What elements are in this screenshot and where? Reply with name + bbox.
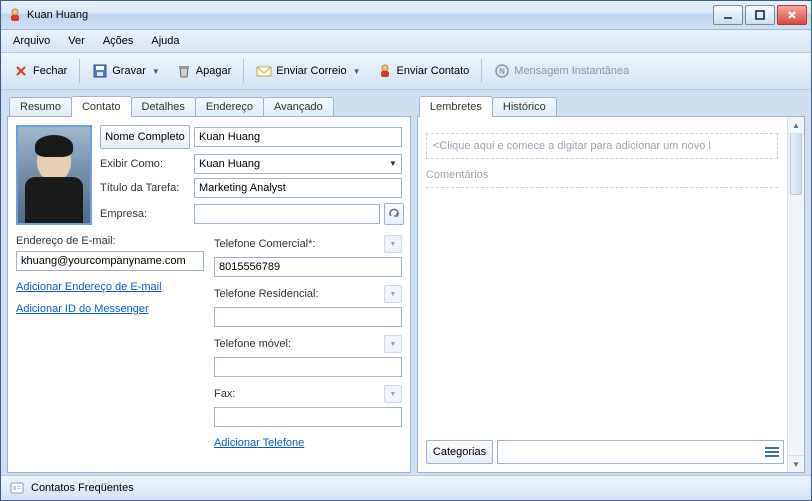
full-name-button[interactable]: Nome Completo bbox=[100, 125, 190, 149]
send-mail-tool[interactable]: Enviar Correio ▼ bbox=[250, 60, 366, 82]
save-tool-label: Gravar bbox=[112, 65, 146, 77]
home-phone-label: Telefone Residencial: bbox=[214, 288, 319, 300]
fax-label: Fax: bbox=[214, 388, 235, 400]
contact-form: Nome Completo Exibir Como: Kuan Huang ▼ … bbox=[7, 116, 411, 473]
email-field[interactable] bbox=[16, 251, 204, 271]
left-tabstrip: Resumo Contato Detalhes Endereço Avançad… bbox=[7, 94, 411, 116]
tab-detalhes[interactable]: Detalhes bbox=[131, 97, 196, 116]
delete-tool[interactable]: Apagar bbox=[170, 60, 237, 82]
status-text: Contatos Freqüentes bbox=[31, 482, 134, 494]
person-icon bbox=[377, 63, 393, 79]
right-panel: Lembretes Histórico <Clique aqui e comec… bbox=[417, 94, 805, 473]
chevron-down-icon: ▼ bbox=[152, 67, 160, 76]
maximize-button[interactable] bbox=[745, 5, 775, 25]
send-contact-label: Enviar Contato bbox=[397, 65, 470, 77]
close-button[interactable] bbox=[777, 5, 807, 25]
tab-lembretes[interactable]: Lembretes bbox=[419, 96, 493, 117]
im-icon: N bbox=[494, 63, 510, 79]
chevron-down-icon: ▼ bbox=[353, 67, 361, 76]
close-icon bbox=[13, 63, 29, 79]
tab-resumo[interactable]: Resumo bbox=[9, 97, 72, 116]
phone-column: Telefone Comercial*: ▼ Telefone Residenc… bbox=[214, 235, 402, 449]
work-phone-field[interactable] bbox=[214, 257, 402, 277]
redo-arrow-icon bbox=[388, 208, 400, 220]
contact-photo[interactable] bbox=[16, 125, 92, 225]
envelope-icon bbox=[256, 63, 272, 79]
tab-historico[interactable]: Histórico bbox=[492, 97, 557, 116]
trash-icon bbox=[176, 63, 192, 79]
send-contact-tool[interactable]: Enviar Contato bbox=[371, 60, 476, 82]
mobile-phone-label: Telefone móvel: bbox=[214, 338, 291, 350]
scrollbar[interactable]: ▲ ▼ bbox=[787, 117, 804, 472]
fax-field[interactable] bbox=[214, 407, 402, 427]
company-field[interactable] bbox=[194, 204, 380, 224]
reminder-area: <Clique aqui e comece a digitar para adi… bbox=[426, 125, 784, 436]
close-tool[interactable]: Fechar bbox=[7, 60, 73, 82]
body: Resumo Contato Detalhes Endereço Avançad… bbox=[1, 90, 811, 475]
close-tool-label: Fechar bbox=[33, 65, 67, 77]
contact-window: Kuan Huang Arquivo Ver Ações Ajuda Fecha… bbox=[0, 0, 812, 501]
divider bbox=[426, 187, 778, 188]
left-panel: Resumo Contato Detalhes Endereço Avançad… bbox=[7, 94, 411, 473]
scroll-thumb[interactable] bbox=[790, 133, 802, 195]
scroll-up-icon[interactable]: ▲ bbox=[788, 117, 804, 134]
menu-ajuda[interactable]: Ajuda bbox=[143, 33, 187, 49]
home-phone-field[interactable] bbox=[214, 307, 402, 327]
menu-ver[interactable]: Ver bbox=[60, 33, 93, 49]
job-title-label: Título da Tarefa: bbox=[100, 182, 190, 194]
titlebar: Kuan Huang bbox=[1, 1, 811, 30]
add-phone-link[interactable]: Adicionar Telefone bbox=[214, 437, 402, 449]
svg-text:N: N bbox=[499, 67, 505, 76]
home-phone-type-dropdown[interactable]: ▼ bbox=[384, 285, 402, 303]
contact-app-icon bbox=[7, 7, 23, 23]
email-label: Endereço de E-mail: bbox=[16, 235, 204, 247]
tab-endereco[interactable]: Endereço bbox=[195, 97, 264, 116]
im-tool-label: Mensagem Instantânea bbox=[514, 65, 629, 77]
toolbar: Fechar Gravar ▼ Apagar Enviar Correio ▼ … bbox=[1, 53, 811, 90]
fax-type-dropdown[interactable]: ▼ bbox=[384, 385, 402, 403]
display-as-label: Exibir Como: bbox=[100, 158, 190, 170]
add-email-link[interactable]: Adicionar Endereço de E-mail bbox=[16, 281, 204, 293]
full-name-field[interactable] bbox=[194, 127, 402, 147]
company-label: Empresa: bbox=[100, 208, 190, 220]
save-tool[interactable]: Gravar ▼ bbox=[86, 60, 166, 82]
categories-field[interactable] bbox=[497, 440, 784, 464]
statusbar: Contatos Freqüentes bbox=[1, 475, 811, 500]
categories-button[interactable]: Categorias bbox=[426, 440, 493, 464]
new-reminder-input[interactable]: <Clique aqui e comece a digitar para adi… bbox=[426, 133, 778, 159]
menu-acoes[interactable]: Ações bbox=[95, 33, 142, 49]
separator bbox=[481, 59, 482, 83]
mobile-phone-type-dropdown[interactable]: ▼ bbox=[384, 335, 402, 353]
separator bbox=[79, 59, 80, 83]
chevron-down-icon: ▼ bbox=[389, 159, 397, 168]
work-phone-label: Telefone Comercial*: bbox=[214, 238, 316, 250]
tab-contato[interactable]: Contato bbox=[71, 96, 132, 117]
send-mail-label: Enviar Correio bbox=[276, 65, 346, 77]
add-messenger-link[interactable]: Adicionar ID do Messenger bbox=[16, 303, 204, 315]
separator bbox=[243, 59, 244, 83]
minimize-button[interactable] bbox=[713, 5, 743, 25]
menu-arquivo[interactable]: Arquivo bbox=[5, 33, 58, 49]
list-icon bbox=[765, 447, 779, 457]
reminders-pane: <Clique aqui e comece a digitar para adi… bbox=[417, 116, 805, 473]
window-title: Kuan Huang bbox=[27, 9, 713, 21]
work-phone-type-dropdown[interactable]: ▼ bbox=[384, 235, 402, 253]
tab-avancado[interactable]: Avançado bbox=[263, 97, 334, 116]
im-tool[interactable]: N Mensagem Instantânea bbox=[488, 60, 635, 82]
right-tabstrip: Lembretes Histórico bbox=[417, 94, 805, 116]
display-as-value: Kuan Huang bbox=[199, 158, 260, 170]
scroll-down-icon[interactable]: ▼ bbox=[788, 455, 804, 472]
email-column: Endereço de E-mail: Adicionar Endereço d… bbox=[16, 235, 204, 449]
delete-tool-label: Apagar bbox=[196, 65, 231, 77]
display-as-combo[interactable]: Kuan Huang ▼ bbox=[194, 154, 402, 174]
company-lookup-button[interactable] bbox=[384, 203, 404, 225]
menubar: Arquivo Ver Ações Ajuda bbox=[1, 30, 811, 53]
comments-label: Comentários bbox=[426, 169, 778, 181]
mobile-phone-field[interactable] bbox=[214, 357, 402, 377]
job-title-field[interactable] bbox=[194, 178, 402, 198]
contacts-icon bbox=[9, 480, 25, 496]
save-icon bbox=[92, 63, 108, 79]
